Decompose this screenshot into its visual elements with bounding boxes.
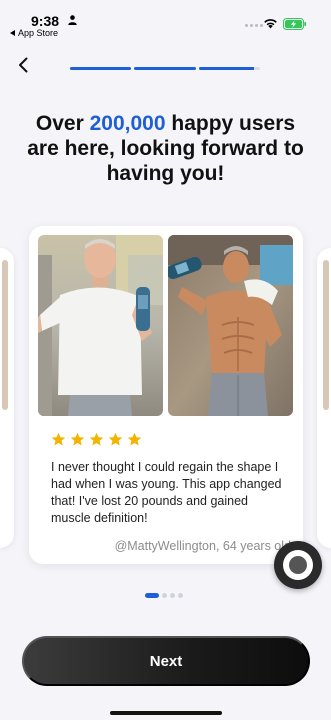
headline-part1: Over [35,112,90,135]
progress-segment [198,67,260,70]
onboarding-progress [70,67,260,70]
progress-segment-fill [134,67,196,70]
rating-stars [51,432,142,447]
battery-charging-icon [283,18,307,30]
star-icon [108,432,123,446]
progress-segment-fill [70,67,132,70]
back-app-label: App Store [18,28,59,38]
star-icon [70,432,85,446]
back-triangle-icon [10,30,15,36]
signal-dots-icon [245,24,263,27]
home-indicator[interactable] [110,711,222,715]
carousel-page-indicator[interactable] [145,593,183,598]
star-icon [127,432,142,446]
page-dot[interactable] [170,593,175,598]
assistive-touch-button[interactable] [274,541,322,589]
back-button[interactable] [13,54,35,76]
page-dot[interactable] [162,593,167,598]
next-button[interactable]: Next [22,636,310,686]
page-dot[interactable] [178,593,183,598]
person-icon [68,15,77,25]
review-author: @MattyWellington, 64 years old [114,539,291,553]
wifi-icon [264,19,277,29]
headline: Over 200,000 happy users are here, looki… [20,111,311,186]
assistive-core-icon [289,556,307,574]
progress-segment-fill [198,67,254,70]
status-bar: 9:38 App Store [0,0,331,44]
testimonial-card[interactable]: I never thought I could regain the shape… [29,226,303,564]
progress-segment [134,67,196,70]
progress-segment [70,67,132,70]
review-text: I never thought I could regain the shape… [51,460,282,525]
after-photo [168,235,293,416]
star-icon [51,432,66,446]
star-icon [89,432,104,446]
before-photo [38,235,163,416]
next-card-peek[interactable] [317,248,331,548]
status-time: 9:38 [31,13,60,29]
headline-highlight: 200,000 [89,112,166,135]
previous-card-peek[interactable] [0,248,14,548]
back-to-app-store[interactable]: App Store [10,28,58,38]
page-dot-active[interactable] [145,593,159,598]
